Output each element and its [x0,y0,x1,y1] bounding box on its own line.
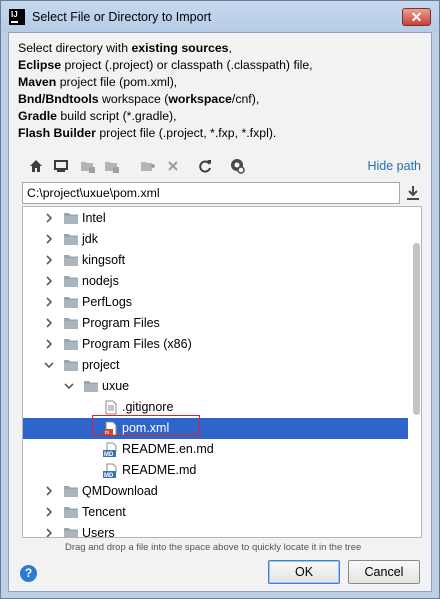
tree-row[interactable]: jdk [23,229,408,250]
tree-item-label: nodejs [82,274,119,288]
title-bar[interactable]: IJ Select File or Directory to Import ✕ [1,1,439,32]
tree-row[interactable]: MD README.en.md [23,439,408,460]
chevron-right-icon[interactable] [43,254,55,266]
dialog-title: Select File or Directory to Import [32,10,212,24]
folder-icon [64,276,78,287]
chevron-down-icon[interactable] [63,380,75,392]
text-file-icon [105,400,117,415]
home-icon[interactable] [28,158,44,174]
tree-item-label: PerfLogs [82,295,133,309]
file-chooser-toolbar: Hide path [22,153,424,179]
tree-row[interactable]: PerfLogs [23,292,408,313]
show-hidden-icon[interactable] [229,158,245,174]
description-text: Select directory with existing sources, … [18,41,313,140]
tree-item-label: jdk [82,232,98,246]
module-folder-icon[interactable] [104,158,120,174]
tree-item-label: README.en.md [122,442,214,456]
chevron-right-icon[interactable] [43,527,55,538]
tree-row[interactable]: MD README.md [23,460,408,481]
markdown-file-icon: MD [103,442,117,457]
tree-item-label: Users [82,526,115,538]
file-tree[interactable]: Intel jdk kingsoft nodejs PerfLogs Program Fi… [22,206,422,538]
svg-text:MD: MD [104,473,114,478]
tree-item-label: QMDownload [82,484,158,498]
delete-icon[interactable] [165,158,181,174]
chevron-right-icon[interactable] [43,296,55,308]
tree-row[interactable]: nodejs [23,271,408,292]
tree-row[interactable]: m pom.xml [23,418,408,439]
tree-item-label: Tencent [82,505,126,519]
path-field[interactable] [22,182,400,204]
hide-path-link[interactable]: Hide path [367,159,421,173]
help-button[interactable]: ? [20,565,37,582]
tree-item-label: uxue [102,379,130,393]
tree-item-label: .gitignore [122,400,174,414]
chevron-right-icon[interactable] [43,212,55,224]
markdown-file-icon: MD [103,463,117,478]
folder-icon [84,381,98,392]
import-dialog: IJ Select File or Directory to Import ✕ … [0,0,440,599]
tree-row[interactable]: Program Files [23,313,408,334]
intellij-logo-icon: IJ [9,9,25,25]
tree-row[interactable]: project [23,355,408,376]
folder-icon [64,507,78,518]
tree-item-label: README.md [122,463,197,477]
folder-icon [64,360,78,371]
tree-item-label: Intel [82,211,106,225]
tree-scrollbar[interactable] [413,243,420,415]
folder-icon [64,213,78,224]
download-icon[interactable] [406,185,420,201]
folder-icon [64,234,78,245]
tree-row[interactable]: Program Files (x86) [23,334,408,355]
tree-item-label: Program Files [82,316,160,330]
tree-row[interactable]: QMDownload [23,481,408,502]
highlight-box [92,415,200,436]
tree-row[interactable]: Intel [23,208,408,229]
folder-icon [64,339,78,350]
tree-row[interactable]: kingsoft [23,250,408,271]
ok-button[interactable]: OK [268,560,340,584]
project-folder-icon[interactable] [80,158,96,174]
folder-icon [64,255,78,266]
close-button[interactable]: ✕ [402,8,431,26]
tree-item-label: project [82,358,120,372]
cancel-button[interactable]: Cancel [348,560,420,584]
tree-item-label: kingsoft [82,253,126,267]
tree-row[interactable]: Tencent [23,502,408,523]
refresh-icon[interactable] [197,158,213,174]
tree-row[interactable]: Users [23,523,408,538]
drag-drop-hint: Drag and drop a file into the space abov… [65,542,362,553]
tree-row[interactable]: .gitignore [23,397,408,418]
chevron-down-icon[interactable] [43,359,55,371]
desktop-icon[interactable] [53,158,69,174]
tree-item-label: Program Files (x86) [82,337,192,351]
folder-icon [64,486,78,497]
folder-icon [64,297,78,308]
chevron-right-icon[interactable] [43,506,55,518]
chevron-right-icon[interactable] [43,485,55,497]
chevron-right-icon[interactable] [43,338,55,350]
svg-text:MD: MD [104,452,114,457]
tree-row[interactable]: uxue [23,376,408,397]
new-folder-icon[interactable] [140,158,156,174]
folder-icon [64,528,78,537]
chevron-right-icon[interactable] [43,233,55,245]
chevron-right-icon[interactable] [43,275,55,287]
folder-icon [64,318,78,329]
chevron-right-icon[interactable] [43,317,55,329]
